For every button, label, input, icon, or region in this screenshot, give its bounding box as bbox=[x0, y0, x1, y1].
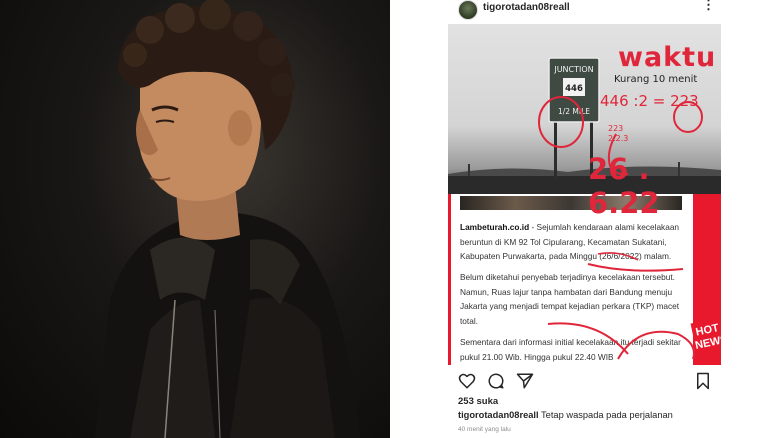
post-media[interactable]: JUNCTION 446 1/2 MILE Lambeturah.co.id -… bbox=[448, 24, 721, 365]
post-caption: tigorotadan08reall Tetap waspada pada pe… bbox=[458, 410, 673, 420]
red-border bbox=[448, 194, 451, 365]
bookmark-icon[interactable] bbox=[694, 372, 712, 390]
caption-text: Tetap waspada pada perjalanan bbox=[541, 410, 673, 420]
avatar[interactable] bbox=[458, 0, 478, 20]
portrait-illustration bbox=[95, 0, 360, 438]
more-dots-icon[interactable]: ⋮ bbox=[702, 0, 715, 11]
portrait-photo bbox=[0, 0, 390, 438]
post-username[interactable]: tigorotadan08reall bbox=[483, 2, 570, 13]
caption-username[interactable]: tigorotadan08reall bbox=[458, 410, 539, 420]
article-thumbnail bbox=[460, 196, 682, 210]
comment-icon[interactable] bbox=[487, 372, 505, 390]
road-sign-photo: JUNCTION 446 1/2 MILE bbox=[448, 24, 721, 194]
share-icon[interactable] bbox=[516, 372, 534, 390]
article-paragraph-2: Belum diketahui penyebab terjadinya kece… bbox=[460, 272, 680, 326]
sign-number: 446 bbox=[565, 84, 583, 94]
post-timestamp: 40 menit yang lalu bbox=[458, 426, 511, 433]
article-source: Lambeturah.co.id bbox=[460, 222, 530, 232]
article-paragraph-1: Lambeturah.co.id - Sejumlah kendaraan al… bbox=[460, 220, 690, 264]
sign-mile: 1/2 MILE bbox=[558, 107, 590, 116]
likes-count[interactable]: 253 suka bbox=[458, 396, 498, 407]
heart-icon[interactable] bbox=[458, 372, 476, 390]
article-paragraph-3: Sementara dari informasi initial kecelak… bbox=[460, 337, 681, 362]
sign-junction: JUNCTION bbox=[553, 65, 593, 74]
road-sign-illustration: JUNCTION 446 1/2 MILE bbox=[448, 57, 721, 194]
